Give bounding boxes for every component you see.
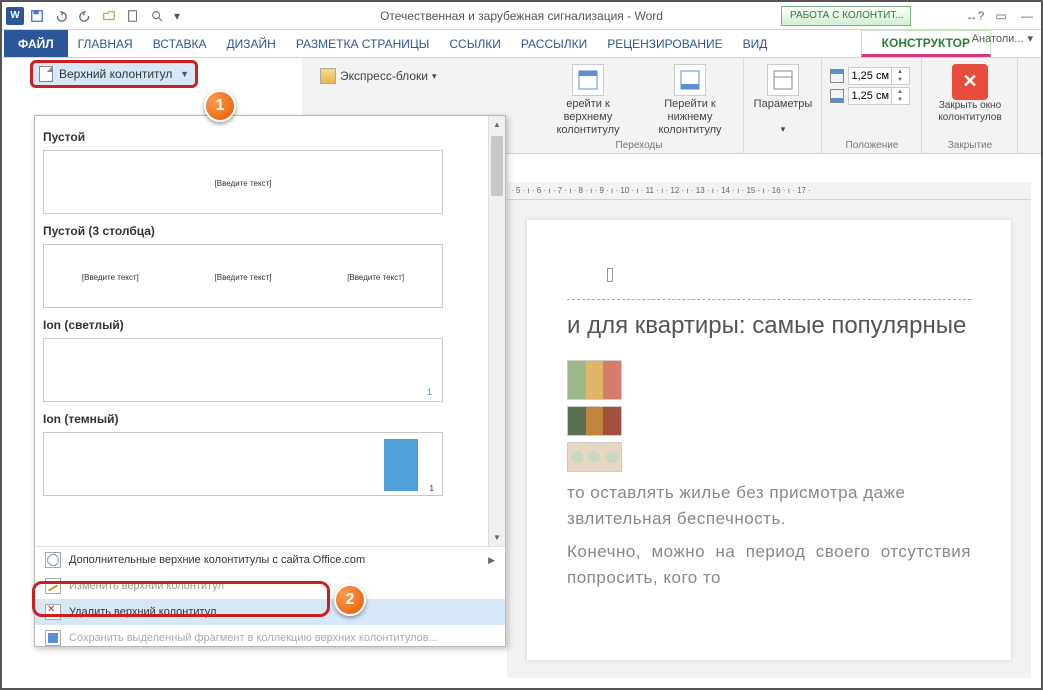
gallery-item-ion-dark[interactable] <box>43 432 443 496</box>
header-margin-field[interactable]: ▲▼ <box>830 66 913 86</box>
group-close: Закрытие <box>922 140 1017 151</box>
callout-1: 1 <box>204 90 236 122</box>
tab-view[interactable]: ВИД <box>733 30 778 57</box>
group-position: Положение <box>822 140 921 151</box>
gallery-scrollbar[interactable]: ▲ ▼ <box>488 116 505 546</box>
tab-home[interactable]: ГЛАВНАЯ <box>68 30 143 57</box>
goto-header-icon <box>572 64 604 96</box>
header-dropdown-button[interactable]: Верхний колонтитул ▼ <box>30 60 198 88</box>
window-title: Отечественная и зарубежная сигнализация … <box>380 9 663 23</box>
document-heading: и для квартиры: самые популярные <box>567 312 971 340</box>
spin-up[interactable]: ▲ <box>891 68 907 76</box>
qat-undo-button[interactable] <box>50 5 72 27</box>
qat-new-button[interactable] <box>122 5 144 27</box>
more-from-office-button[interactable]: Дополнительные верхние колонтитулы с сай… <box>35 547 505 573</box>
gallery-footer: Дополнительные верхние колонтитулы с сай… <box>35 546 505 647</box>
edit-icon <box>45 578 61 594</box>
close-header-footer-button[interactable]: ✕ Закрыть окно колонтитулов <box>930 62 1009 126</box>
header-gallery-dropdown: ▲ ▼ Пустой [Введите текст] Пустой (3 сто… <box>34 115 506 647</box>
submenu-arrow-icon: ▶ <box>488 555 495 566</box>
scroll-thumb[interactable] <box>491 136 503 196</box>
footer-margin-input[interactable] <box>849 90 891 102</box>
qat-preview-button[interactable] <box>146 5 168 27</box>
qat-open-button[interactable] <box>98 5 120 27</box>
user-account[interactable]: Анатоли... ▾ <box>972 32 1033 45</box>
goto-footer-button[interactable]: Перейти к нижнему колонтитулу <box>645 62 735 140</box>
text-cursor <box>607 268 613 282</box>
help-toolbar-button[interactable]: ↔? <box>965 6 985 26</box>
gallery-section-label: Пустой <box>43 130 497 144</box>
goto-footer-icon <box>674 64 706 96</box>
tab-page-layout[interactable]: РАЗМЕТКА СТРАНИЦЫ <box>286 30 440 57</box>
inline-image <box>567 442 622 472</box>
save-selection-button: Сохранить выделенный фрагмент в коллекци… <box>35 625 505 647</box>
header-icon <box>39 66 53 82</box>
page[interactable]: и для квартиры: самые популярные то оста… <box>527 220 1011 660</box>
goto-header-button[interactable]: ерейти к верхнему колонтитулу <box>543 62 633 140</box>
express-blocks-button[interactable]: Экспресс-блоки ▾ <box>312 64 444 88</box>
title-bar: W ▾ Отечественная и зарубежная сигнализа… <box>2 2 1041 30</box>
close-icon: ✕ <box>952 64 988 100</box>
express-blocks-icon <box>320 68 336 84</box>
app-icon: W <box>6 7 24 25</box>
tab-file[interactable]: ФАЙЛ <box>4 30 68 57</box>
spin-down[interactable]: ▼ <box>891 96 907 104</box>
footer-margin-field[interactable]: ▲▼ <box>830 86 913 106</box>
header-edit-area[interactable] <box>567 250 971 300</box>
contextual-tab-label: РАБОТА С КОЛОНТИТ... <box>781 6 911 26</box>
ribbon-display-button[interactable]: ▭ <box>991 6 1011 26</box>
qat-customize-button[interactable]: ▾ <box>170 5 184 27</box>
delete-icon <box>45 604 61 620</box>
tab-review[interactable]: РЕЦЕНЗИРОВАНИЕ <box>597 30 732 57</box>
gallery-item-ion-light[interactable] <box>43 338 443 402</box>
gallery-section-label: Ion (светлый) <box>43 318 497 332</box>
spin-up[interactable]: ▲ <box>891 88 907 96</box>
scroll-down-icon[interactable]: ▼ <box>489 529 505 546</box>
gallery-section-label: Пустой (3 столбца) <box>43 224 497 238</box>
parameters-button[interactable]: Параметры▾ <box>752 62 813 137</box>
document-area: и для квартиры: самые популярные то оста… <box>507 200 1031 678</box>
delete-header-button[interactable]: Удалить верхний колонтитул <box>35 599 505 625</box>
minimize-button[interactable]: — <box>1017 6 1037 26</box>
margin-top-icon <box>830 69 844 83</box>
ribbon-tabs: ФАЙЛ ГЛАВНАЯ ВСТАВКА ДИЗАЙН РАЗМЕТКА СТР… <box>2 30 1041 58</box>
parameters-icon <box>767 64 799 96</box>
tab-design[interactable]: ДИЗАЙН <box>217 30 286 57</box>
tab-references[interactable]: ССЫЛКИ <box>439 30 510 57</box>
qat-redo-button[interactable] <box>74 5 96 27</box>
inline-image <box>567 360 622 400</box>
callout-2: 2 <box>334 584 366 616</box>
edit-header-button[interactable]: Изменить верхний колонтитул <box>35 573 505 599</box>
group-navigation: Переходы <box>534 140 743 151</box>
qat-save-button[interactable] <box>26 5 48 27</box>
spin-down[interactable]: ▼ <box>891 76 907 84</box>
dropdown-caret-icon: ▼ <box>180 69 189 79</box>
header-margin-input[interactable] <box>849 70 891 82</box>
body-paragraph: то оставлять жилье без присмотра даже зв… <box>567 480 971 531</box>
globe-icon <box>45 552 61 568</box>
gallery-section-label: Ion (темный) <box>43 412 497 426</box>
gallery-item-empty[interactable]: [Введите текст] <box>43 150 443 214</box>
body-paragraph: Конечно, можно на период своего отсутств… <box>567 539 971 590</box>
scroll-up-icon[interactable]: ▲ <box>489 116 505 133</box>
gallery-item-empty-3col[interactable]: [Введите текст] [Введите текст] [Введите… <box>43 244 443 308</box>
inline-image <box>567 406 622 436</box>
horizontal-ruler[interactable]: · 5 · ı · 6 · ı · 7 · ı · 8 · ı · 9 · ı … <box>507 182 1031 200</box>
save-to-gallery-icon <box>45 630 61 646</box>
tab-mailings[interactable]: РАССЫЛКИ <box>511 30 597 57</box>
tab-insert[interactable]: ВСТАВКА <box>143 30 217 57</box>
margin-bottom-icon <box>830 89 844 103</box>
